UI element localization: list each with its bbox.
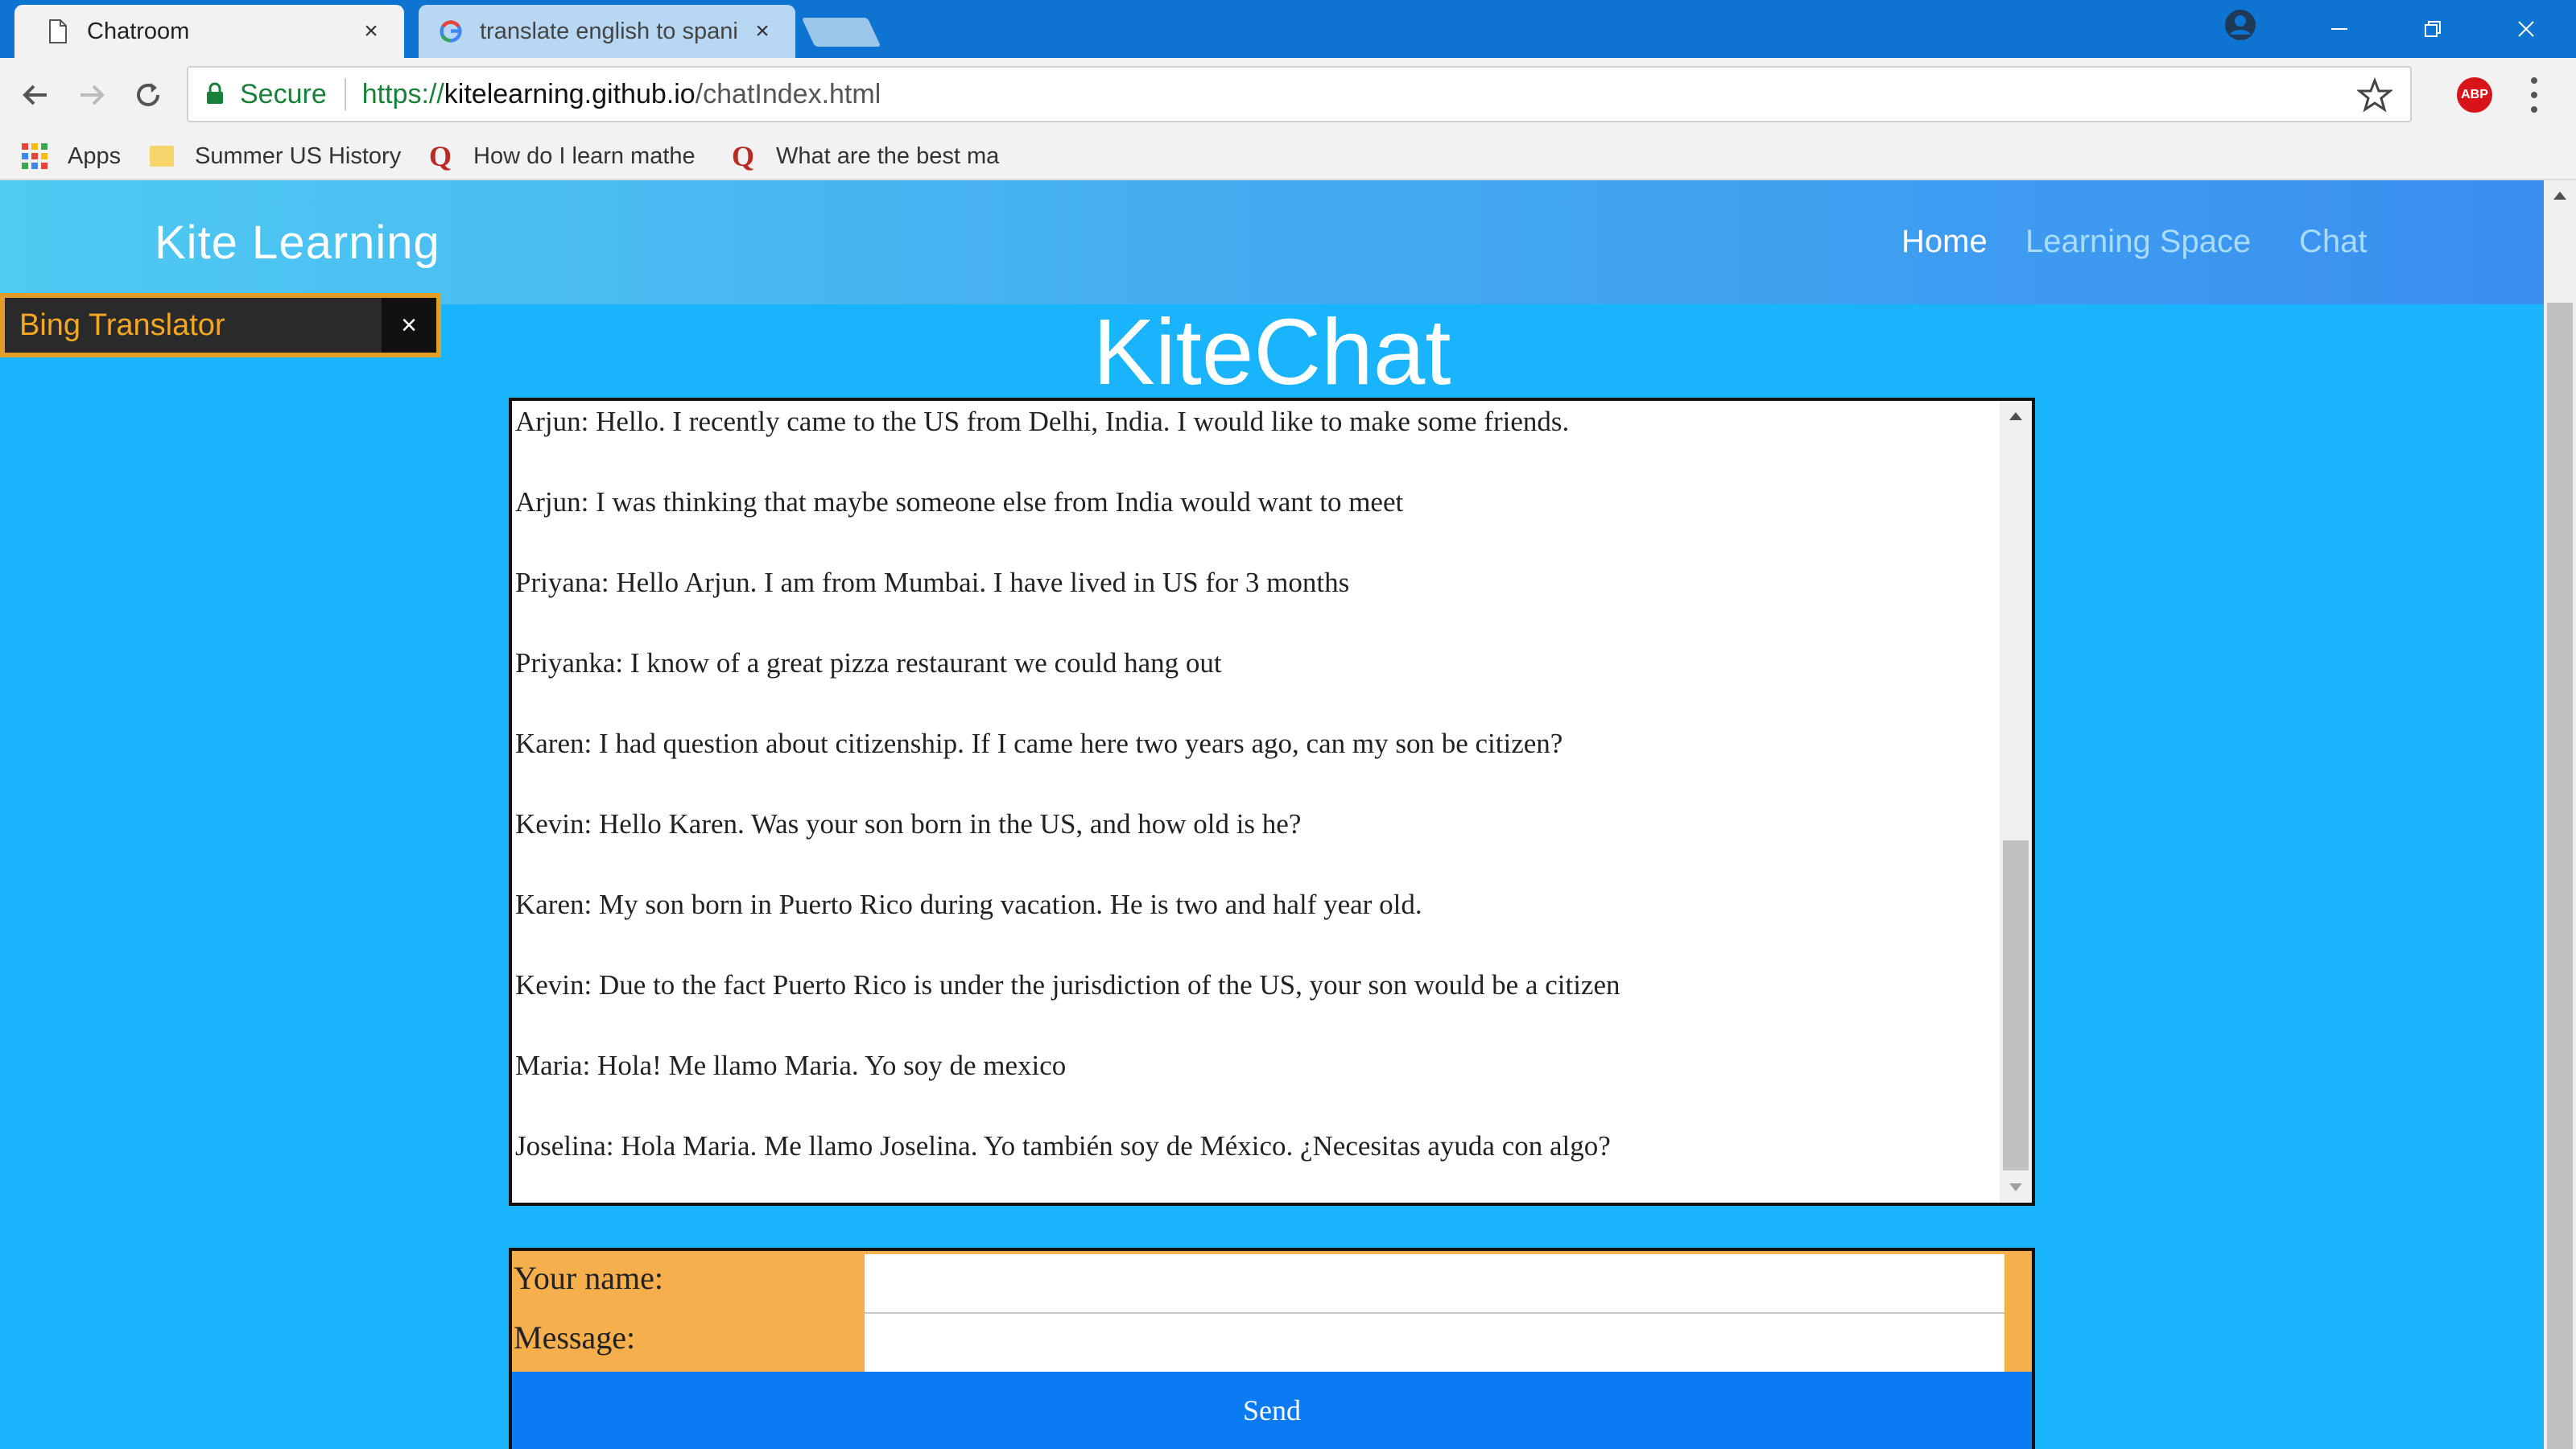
scroll-thumb[interactable]: [2547, 303, 2573, 1449]
chat-message: Priyana: Hello Arjun. I am from Mumbai. …: [515, 567, 1350, 598]
scroll-up-icon[interactable]: [2009, 412, 2022, 420]
bing-translator-label: Bing Translator: [19, 308, 225, 342]
bing-translator-widget[interactable]: Bing Translator ×: [0, 293, 441, 357]
bookmark-what-are-the-best[interactable]: Q What are the best ma: [729, 138, 1001, 174]
url-path: /chatIndex.html: [695, 78, 881, 109]
message-label: Message:: [514, 1319, 636, 1356]
apps-grid-icon: [21, 142, 48, 170]
profile-icon[interactable]: [2223, 8, 2257, 42]
url-text[interactable]: https://kitelearning.github.io/chatIndex…: [362, 79, 881, 110]
tab-translate[interactable]: translate english to spanish ×: [419, 5, 795, 58]
page-title: KiteChat: [1092, 299, 1451, 404]
quora-icon: Q: [428, 140, 452, 172]
bookmark-label: Apps: [68, 142, 122, 169]
page-icon: [47, 18, 69, 45]
browser-toolbar: Secure https://kitelearning.github.io/ch…: [0, 58, 2576, 132]
folder-icon: [148, 142, 175, 170]
bookmark-label: What are the best ma: [776, 142, 1000, 169]
address-bar[interactable]: Secure https://kitelearning.github.io/ch…: [187, 66, 2412, 122]
close-window-button[interactable]: [2502, 11, 2550, 47]
back-button[interactable]: [16, 76, 55, 114]
tab-chatroom[interactable]: Chatroom ×: [14, 5, 404, 58]
close-icon[interactable]: ×: [749, 18, 776, 45]
chat-scrollbar[interactable]: [2000, 401, 2032, 1203]
nav-learning-space[interactable]: Learning Space: [2025, 224, 2251, 260]
close-icon[interactable]: ×: [357, 18, 385, 45]
google-icon: [440, 18, 462, 45]
new-tab-button[interactable]: [801, 18, 881, 47]
chat-log[interactable]: Arjun: Hello. I recently came to the US …: [509, 398, 2035, 1206]
bookmarks-bar: Apps Summer US History Q How do I learn …: [0, 132, 2576, 180]
restore-button[interactable]: [2409, 11, 2457, 47]
tab-label: translate english to spanish: [480, 18, 737, 44]
nav-home[interactable]: Home: [1901, 224, 1988, 260]
url-protocol: https://: [361, 78, 444, 109]
name-label: Your name:: [514, 1260, 663, 1296]
chat-message: Arjun: I was thinking that maybe someone…: [515, 486, 1404, 518]
bookmark-label: Summer US History: [195, 142, 402, 169]
name-input[interactable]: [865, 1254, 2004, 1314]
bookmark-label: How do I learn mathe: [473, 142, 696, 169]
reload-button[interactable]: [129, 76, 167, 114]
adblock-icon[interactable]: ABP: [2457, 77, 2492, 113]
chat-message: Kevin: Hello Karen. Was your son born in…: [515, 808, 1302, 840]
bookmark-how-do-i-learn[interactable]: Q How do I learn mathe: [427, 138, 699, 174]
message-input[interactable]: [865, 1314, 2004, 1373]
lock-icon: [206, 82, 227, 106]
chat-message: Joselina: Hola Maria. Me llamo Joselina.…: [515, 1130, 1611, 1162]
site-header: Kite Learning Home Learning Space Chat: [0, 180, 2544, 304]
bookmark-summer-us-history[interactable]: Summer US History: [148, 138, 401, 174]
chat-message: Karen: I had question about citizenship.…: [515, 728, 1563, 759]
menu-icon[interactable]: [2526, 77, 2542, 113]
scroll-up-icon[interactable]: [2553, 192, 2566, 200]
page-scrollbar[interactable]: [2544, 180, 2576, 1449]
chat-message: Priyanka: I know of a great pizza restau…: [515, 647, 1222, 679]
bing-translator-bar: Bing Translator ×: [5, 298, 436, 353]
tab-label: Chatroom: [87, 18, 190, 44]
chat-message: Maria: Hola! Me llamo Maria. Yo soy de m…: [515, 1050, 1067, 1081]
secure-label: Secure: [240, 78, 327, 109]
site-brand[interactable]: Kite Learning: [155, 216, 440, 270]
bookmark-apps[interactable]: Apps: [21, 138, 121, 174]
send-button[interactable]: Send: [512, 1372, 2032, 1449]
browser-titlebar: Chatroom × translate english to spanish …: [0, 0, 2576, 58]
bookmark-star-icon[interactable]: [2355, 76, 2394, 113]
close-icon[interactable]: ×: [382, 298, 436, 353]
scroll-down-icon[interactable]: [2009, 1183, 2022, 1191]
chat-message: Karen: My son born in Puerto Rico during…: [515, 889, 1422, 920]
nav-chat[interactable]: Chat: [2299, 224, 2368, 260]
chat-message: Kevin: Due to the fact Puerto Rico is un…: [515, 969, 1620, 1001]
omnibox-divider: [344, 78, 346, 110]
scroll-thumb[interactable]: [2003, 840, 2029, 1170]
quora-icon: Q: [731, 140, 754, 172]
url-host: kitelearning.github.io: [444, 78, 696, 109]
forward-button[interactable]: [72, 76, 111, 114]
minimize-button[interactable]: [2315, 11, 2363, 47]
chat-message: Arjun: Hello. I recently came to the US …: [515, 406, 1570, 437]
